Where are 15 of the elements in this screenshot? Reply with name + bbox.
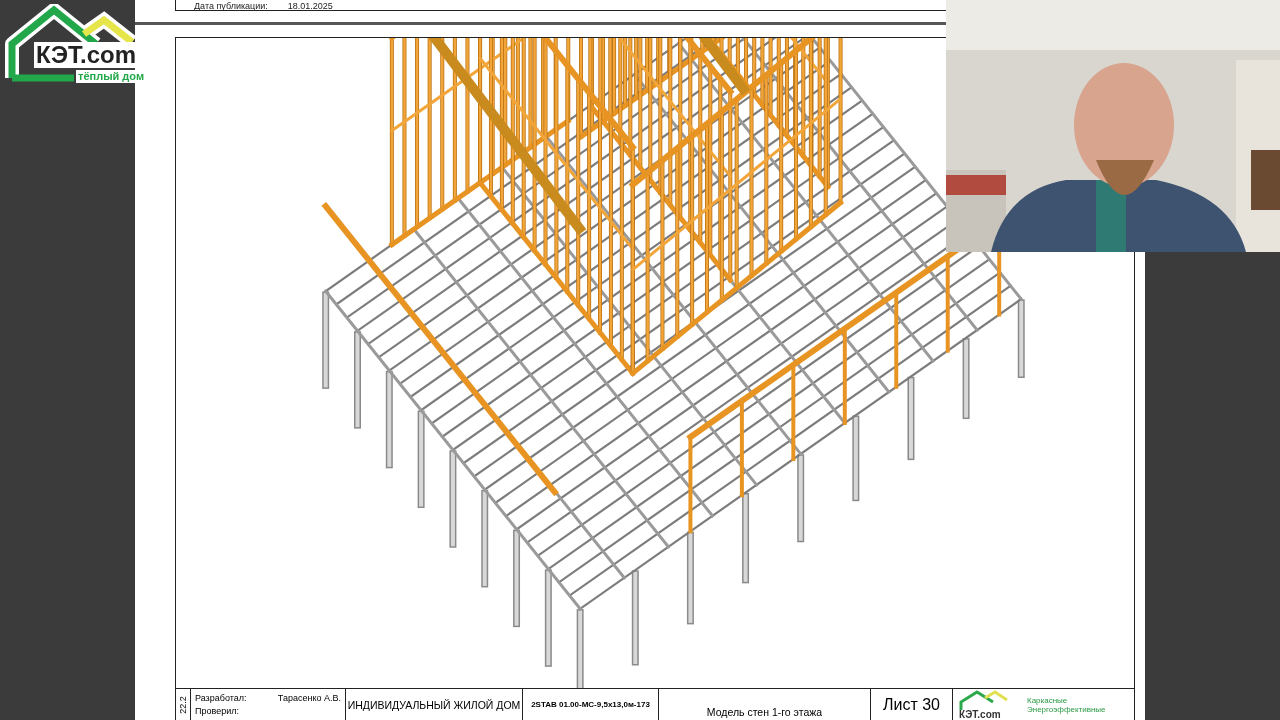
- publication-date: 18.01.2025: [287, 1, 333, 11]
- logo-wordmark: КЭТ.com: [34, 42, 138, 68]
- company-tagline: Энергоэффективные: [1027, 704, 1106, 714]
- logo-tagline: тёплый дом: [76, 70, 147, 83]
- sheet-number: Лист 30: [883, 695, 940, 714]
- sheet-title: Модель стен 1-го этажа: [706, 706, 823, 718]
- developed-label: Разработал:: [195, 693, 247, 704]
- publication-label: Дата публикации:: [194, 1, 268, 11]
- checked-label: Проверил:: [195, 706, 240, 717]
- company-tagline: Каркасные: [1027, 695, 1068, 705]
- project-code: 2STAB 01.00-МС-9,5х13,0м-173: [531, 700, 650, 710]
- company-logo-text: КЭТ.com: [959, 709, 1001, 720]
- revision-number: 22.2: [178, 695, 188, 714]
- developer-name: Тарасенко А.В.: [277, 693, 341, 704]
- project-title: ИНДИВИДУАЛЬНЫЙ ЖИЛОЙ ДОМ: [347, 698, 521, 711]
